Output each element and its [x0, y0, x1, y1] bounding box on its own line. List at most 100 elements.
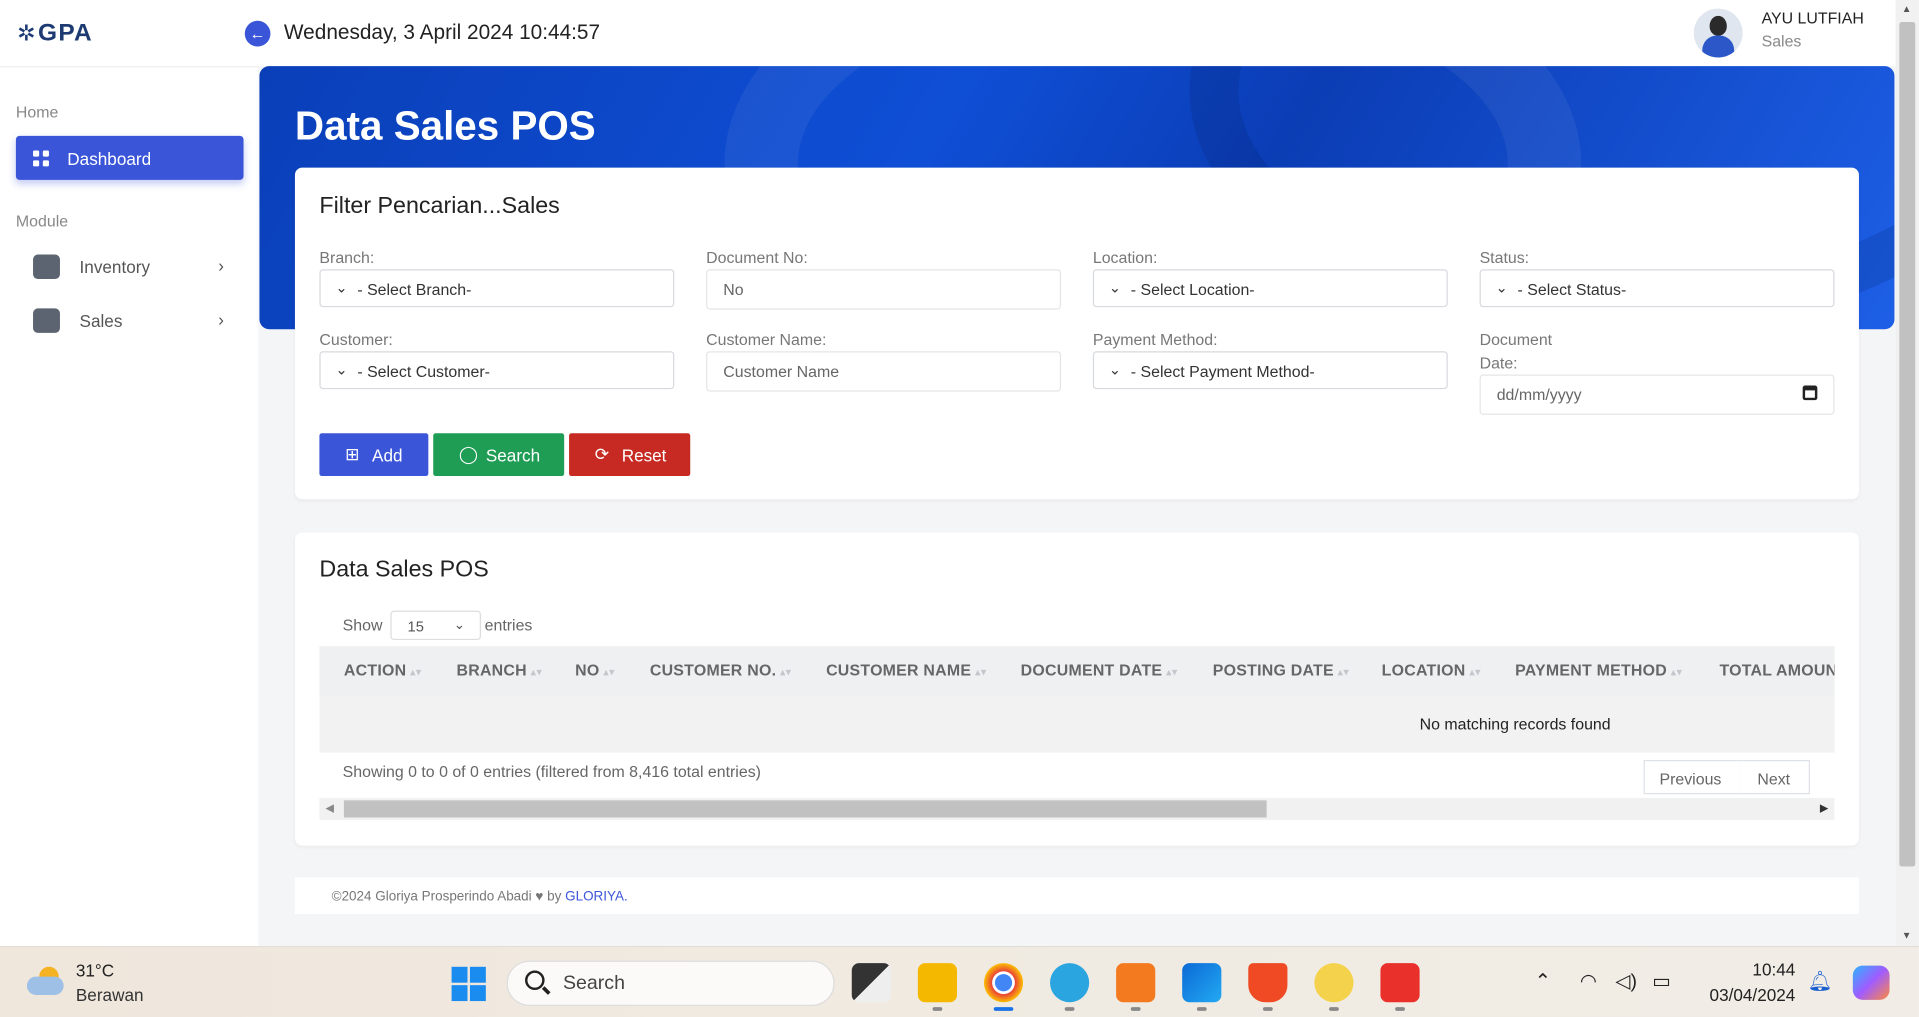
logo-text: GPA	[38, 19, 93, 47]
app-logo[interactable]: ✲GPA	[17, 20, 93, 48]
customer-label: Customer:	[319, 330, 393, 349]
sort-icon: ▴▾	[1469, 665, 1481, 678]
wifi-icon[interactable]: ◠	[1580, 969, 1597, 993]
location-select[interactable]: ⌄ - Select Location-	[1092, 269, 1448, 308]
scroll-left-icon[interactable]: ◀	[326, 802, 334, 815]
location-label: Location:	[1092, 248, 1158, 267]
brave-icon[interactable]	[1248, 963, 1288, 1011]
status-select[interactable]: ⌄ - Select Status-	[1479, 269, 1835, 308]
weather-condition[interactable]: Berawan	[76, 985, 144, 1005]
branch-select[interactable]: ⌄ - Select Branch-	[319, 269, 675, 308]
column-header-branch[interactable]: BRANCH ▴▾	[456, 661, 542, 679]
database-elephant-icon[interactable]	[1050, 963, 1090, 1011]
payment-method-label: Payment Method:	[1092, 330, 1218, 349]
next-page-button[interactable]: Next	[1740, 759, 1811, 795]
windows-start-icon[interactable]	[451, 966, 486, 1002]
branch-label: Branch:	[319, 248, 375, 267]
sidebar-item-inventory[interactable]: Inventory ›	[16, 245, 244, 289]
calendar-icon[interactable]	[1802, 385, 1818, 401]
sort-icon: ▴▾	[1337, 665, 1350, 678]
column-header-no[interactable]: NO ▴▾	[575, 661, 615, 679]
column-header-document-date[interactable]: DOCUMENT DATE ▴▾	[1021, 661, 1178, 679]
column-header-posting-date[interactable]: POSTING DATE ▴▾	[1213, 661, 1349, 679]
search-button[interactable]: ◯ Search	[433, 433, 565, 477]
scroll-up-icon[interactable]: ▲	[1902, 4, 1912, 15]
sort-icon: ▴▾	[1670, 665, 1683, 678]
filter-card: Filter Pencarian...Sales Branch: ⌄ - Sele…	[294, 167, 1859, 500]
sidebar-item-dashboard[interactable]: Dashboard	[15, 135, 244, 180]
user-role: Sales	[1761, 31, 1802, 51]
sidebar-section-module: Module	[15, 211, 69, 231]
customer-name-input[interactable]	[706, 351, 1062, 392]
task-view-icon[interactable]	[851, 963, 891, 1003]
sort-icon: ▴▾	[410, 665, 422, 678]
column-header-location[interactable]: LOCATION ▴▾	[1382, 661, 1481, 679]
entries-label: entries	[484, 615, 533, 634]
document-date-label: Document Date:	[1479, 330, 1553, 373]
scroll-right-icon[interactable]: ▶	[1820, 802, 1828, 815]
briefcase-icon	[33, 254, 60, 280]
weather-temperature[interactable]: 31°C	[76, 961, 114, 981]
footer-by: by	[547, 889, 562, 905]
customer-select[interactable]: ⌄ - Select Customer-	[319, 351, 675, 390]
heart-icon: ♥	[535, 889, 544, 905]
table-info: Showing 0 to 0 of 0 entries (filtered fr…	[342, 762, 761, 781]
payment-method-select[interactable]: ⌄ - Select Payment Method-	[1092, 351, 1448, 390]
sort-icon: ▴▾	[974, 665, 987, 678]
chevron-down-icon: ⌄	[335, 279, 348, 297]
reset-button[interactable]: ⟳ Reset	[569, 433, 691, 477]
arrow-left-icon: ←	[249, 24, 266, 43]
column-header-payment-method[interactable]: PAYMENT METHOD ▴▾	[1515, 661, 1682, 679]
top-bar: ✲GPA ← Wednesday, 3 April 2024 10:44:57 …	[0, 0, 1896, 67]
scrollbar-thumb[interactable]	[1899, 22, 1916, 867]
sort-icon: ▴▾	[530, 665, 543, 678]
document-no-input[interactable]	[706, 269, 1062, 310]
volume-icon[interactable]: ◁)	[1615, 969, 1637, 993]
footer-brand-link[interactable]: GLORIYA.	[565, 890, 628, 905]
document-date-input[interactable]	[1479, 374, 1835, 415]
column-header-action[interactable]: ACTION ▴▾	[344, 661, 422, 679]
wallet-icon	[33, 308, 60, 333]
logo-star-icon: ✲	[17, 20, 37, 46]
windows-taskbar: 31°C Berawan Search ⌃ ◠ ◁) ▭ 10:44 03/04…	[0, 945, 1919, 1017]
xampp-icon[interactable]	[1116, 963, 1156, 1011]
sort-icon: ▴▾	[1165, 665, 1178, 678]
taskbar-date[interactable]: 03/04/2024	[1701, 985, 1796, 1005]
page-vertical-scrollbar[interactable]: ▲ ▼	[1895, 0, 1919, 946]
table-card: Data Sales POS Show 15 ⌄ entries ACTION ▴▾…	[294, 532, 1859, 846]
page-footer: ©2024 Gloriya Prosperindo Abadi ♥ by GLO…	[294, 877, 1859, 915]
vscode-icon[interactable]	[1182, 963, 1222, 1011]
sidebar-item-sales[interactable]: Sales ›	[16, 299, 244, 343]
dashboard-grid-icon	[33, 150, 49, 167]
column-header-customer-no[interactable]: CUSTOMER NO. ▴▾	[650, 661, 792, 679]
weather-cloudy-icon[interactable]	[26, 966, 66, 996]
table-header: ACTION ▴▾ BRANCH ▴▾ NO ▴▾ CUSTOMER NO. ▴▾ CU…	[319, 646, 1835, 697]
copilot-icon[interactable]	[1852, 965, 1890, 1000]
chevron-down-icon: ⌄	[335, 361, 348, 379]
chrome-icon[interactable]	[983, 963, 1024, 1011]
document-no-label: Document No:	[706, 248, 808, 267]
scrollbar-thumb[interactable]	[343, 800, 1267, 818]
column-header-customer-name[interactable]: CUSTOMER NAME ▴▾	[826, 661, 986, 679]
add-button[interactable]: ⊞ Add	[319, 433, 429, 477]
sort-icon: ▴▾	[779, 665, 792, 678]
search-icon	[525, 970, 545, 991]
scroll-down-icon[interactable]: ▼	[1902, 930, 1912, 941]
anydesk-icon[interactable]	[1380, 963, 1420, 1011]
sidebar-toggle-back-button[interactable]: ←	[244, 20, 271, 47]
notification-bell-icon[interactable]: 🔔︎	[1808, 969, 1833, 993]
table-horizontal-scrollbar[interactable]: ◀ ▶	[319, 797, 1835, 820]
taskbar-time[interactable]: 10:44	[1729, 959, 1795, 979]
column-header-total-amount[interactable]: TOTAL AMOUN	[1719, 661, 1834, 679]
avatar[interactable]	[1694, 8, 1744, 58]
empty-table-message: No matching records found	[1419, 714, 1611, 734]
user-menu[interactable]: AYU LUTFIAH Sales	[1694, 8, 1864, 58]
battery-icon[interactable]: ▭	[1652, 969, 1671, 993]
previous-page-button[interactable]: Previous	[1643, 759, 1742, 795]
page-length-select[interactable]: 15 ⌄	[390, 610, 481, 641]
paw-app-icon[interactable]	[1314, 963, 1354, 1011]
chevron-up-icon[interactable]: ⌃	[1535, 969, 1551, 993]
file-explorer-icon[interactable]	[917, 963, 958, 1011]
document-date-field[interactable]	[1479, 374, 1835, 415]
taskbar-search[interactable]: Search	[506, 960, 835, 1006]
